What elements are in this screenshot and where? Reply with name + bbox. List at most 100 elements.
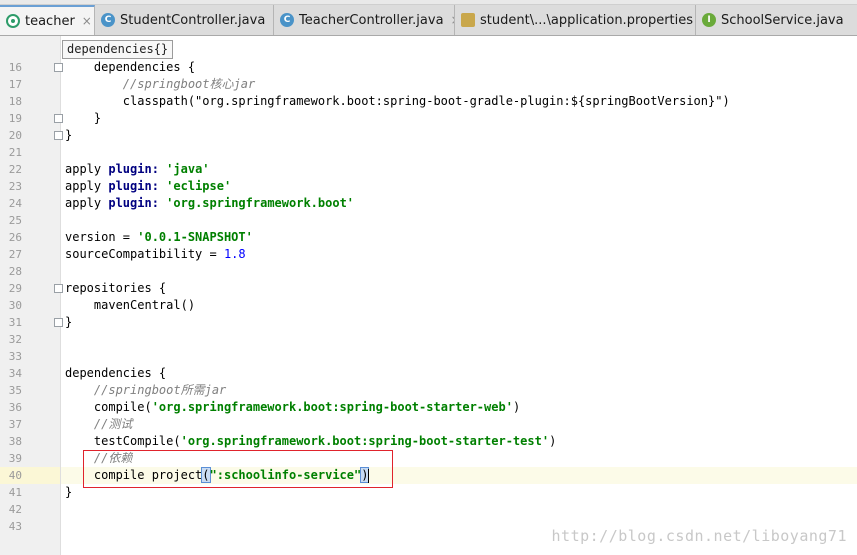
code-text: } [65, 314, 72, 331]
line-number: 19 [8, 112, 22, 125]
code-token: '0.0.1-SNAPSHOT' [137, 230, 253, 244]
line-number: 31 [8, 316, 22, 329]
code-line[interactable]: 19 } [0, 110, 857, 127]
code-text: compile('org.springframework.boot:spring… [65, 399, 520, 416]
code-text: //springboot所需jar [65, 382, 226, 399]
line-number: 39 [8, 452, 22, 465]
watermark: http://blog.csdn.net/liboyang71 [551, 527, 847, 545]
code-token: } [65, 485, 73, 499]
breadcrumb-tooltip: dependencies{} [62, 40, 174, 59]
code-line[interactable]: 28 [0, 263, 857, 280]
code-text: version = '0.0.1-SNAPSHOT' [65, 229, 253, 246]
code-line[interactable]: 31} [0, 314, 857, 331]
line-number: 33 [8, 350, 22, 363]
code-line[interactable]: 16 dependencies { [0, 59, 857, 76]
code-line[interactable]: 26 version = '0.0.1-SNAPSHOT' [0, 229, 857, 246]
line-number: 43 [8, 520, 22, 533]
code-text: testCompile('org.springframework.boot:sp… [65, 433, 556, 450]
line-number: 29 [8, 282, 22, 295]
line-number: 21 [8, 146, 22, 159]
code-line[interactable]: 33 [0, 348, 857, 365]
code-text: dependencies { [65, 365, 166, 382]
code-token: classpath("org.springframework.boot:spri… [65, 94, 730, 108]
code-text: apply plugin: 'org.springframework.boot' [65, 195, 354, 212]
code-token: } [65, 111, 102, 125]
code-line[interactable]: 32 [0, 331, 857, 348]
code-token: dependencies { [65, 366, 167, 380]
tab-label: teacher [25, 13, 75, 29]
code-line[interactable]: 18 classpath("org.springframework.boot:s… [0, 93, 857, 110]
gradle-icon [6, 14, 20, 28]
code-token: plugin: [108, 196, 159, 210]
code-line[interactable]: 37 //测试 [0, 416, 857, 433]
code-token: 'eclipse' [166, 179, 232, 193]
code-token: ) [512, 400, 521, 414]
tab-label: StudentController.java [120, 12, 266, 28]
fold-marker-icon[interactable] [54, 131, 63, 140]
code-text: //springboot核心jar [65, 76, 255, 93]
code-token: repositories { [65, 281, 167, 295]
tab-teacher[interactable]: teacher × [0, 5, 95, 35]
tab-application-properties[interactable]: student\...\application.properties × [455, 5, 696, 35]
code-line[interactable]: 25 [0, 212, 857, 229]
code-token: } [65, 315, 73, 329]
tab-label: TeacherController.java [299, 12, 444, 28]
code-text: //测试 [65, 416, 132, 433]
code-token: 'org.springframework.boot' [166, 196, 355, 210]
code-line[interactable]: 24 apply plugin: 'org.springframework.boo… [0, 195, 857, 212]
code-token: //springboot所需jar [65, 383, 227, 397]
code-line[interactable]: 23 apply plugin: 'eclipse' [0, 178, 857, 195]
fold-marker-icon[interactable] [54, 318, 63, 327]
code-text: classpath("org.springframework.boot:spri… [65, 93, 730, 110]
line-number: 18 [8, 95, 22, 108]
line-number: 35 [8, 384, 22, 397]
fold-marker-icon[interactable] [54, 63, 63, 72]
code-text: sourceCompatibility = 1.8 [65, 246, 246, 263]
fold-marker-icon[interactable] [54, 114, 63, 123]
code-line[interactable]: 17 //springboot核心jar [0, 76, 857, 93]
code-token: plugin: [108, 162, 159, 176]
editor-tab-bar: teacher × C StudentController.java × C T… [0, 5, 857, 36]
code-token: plugin: [108, 179, 159, 193]
line-number: 34 [8, 367, 22, 380]
tab-student-controller[interactable]: C StudentController.java × [95, 5, 274, 35]
code-line[interactable]: 30 mavenCentral() [0, 297, 857, 314]
code-token: compile( [65, 400, 152, 414]
line-number: 37 [8, 418, 22, 431]
code-token: dependencies { [65, 60, 196, 74]
code-token: } [65, 128, 73, 142]
code-token: sourceCompatibility = [65, 247, 224, 261]
code-line[interactable]: 27 sourceCompatibility = 1.8 [0, 246, 857, 263]
code-line[interactable]: 38 testCompile('org.springframework.boot… [0, 433, 857, 450]
code-token: //测试 [65, 417, 133, 431]
fold-marker-icon[interactable] [54, 284, 63, 293]
code-text: apply plugin: 'java' [65, 161, 210, 178]
code-token: ) [549, 434, 557, 448]
line-number: 42 [8, 503, 22, 516]
annotation-red-box [83, 450, 393, 488]
code-line[interactable]: 21 [0, 144, 857, 161]
code-line[interactable]: 36 compile('org.springframework.boot:spr… [0, 399, 857, 416]
code-line[interactable]: 22 apply plugin: 'java' [0, 161, 857, 178]
code-line[interactable]: 42 [0, 501, 857, 518]
line-number: 17 [8, 78, 22, 91]
code-token: 'org.springframework.boot:spring-boot-st… [180, 434, 550, 448]
line-number: 22 [8, 163, 22, 176]
tab-school-service[interactable]: I SchoolService.java [696, 5, 857, 35]
code-text: } [65, 110, 101, 127]
line-number: 40 [8, 469, 22, 482]
code-line[interactable]: 35 //springboot所需jar [0, 382, 857, 399]
code-text: } [65, 127, 72, 144]
code-line[interactable]: 34 dependencies { [0, 365, 857, 382]
line-number: 27 [8, 248, 22, 261]
code-text: mavenCentral() [65, 297, 195, 314]
line-number: 30 [8, 299, 22, 312]
line-number: 20 [8, 129, 22, 142]
code-token: 'java' [166, 162, 210, 176]
code-line[interactable]: 29 repositories { [0, 280, 857, 297]
line-number: 41 [8, 486, 22, 499]
close-icon[interactable]: × [82, 14, 92, 28]
code-token: testCompile( [65, 434, 181, 448]
code-line[interactable]: 20} [0, 127, 857, 144]
tab-teacher-controller[interactable]: C TeacherController.java × [274, 5, 455, 35]
